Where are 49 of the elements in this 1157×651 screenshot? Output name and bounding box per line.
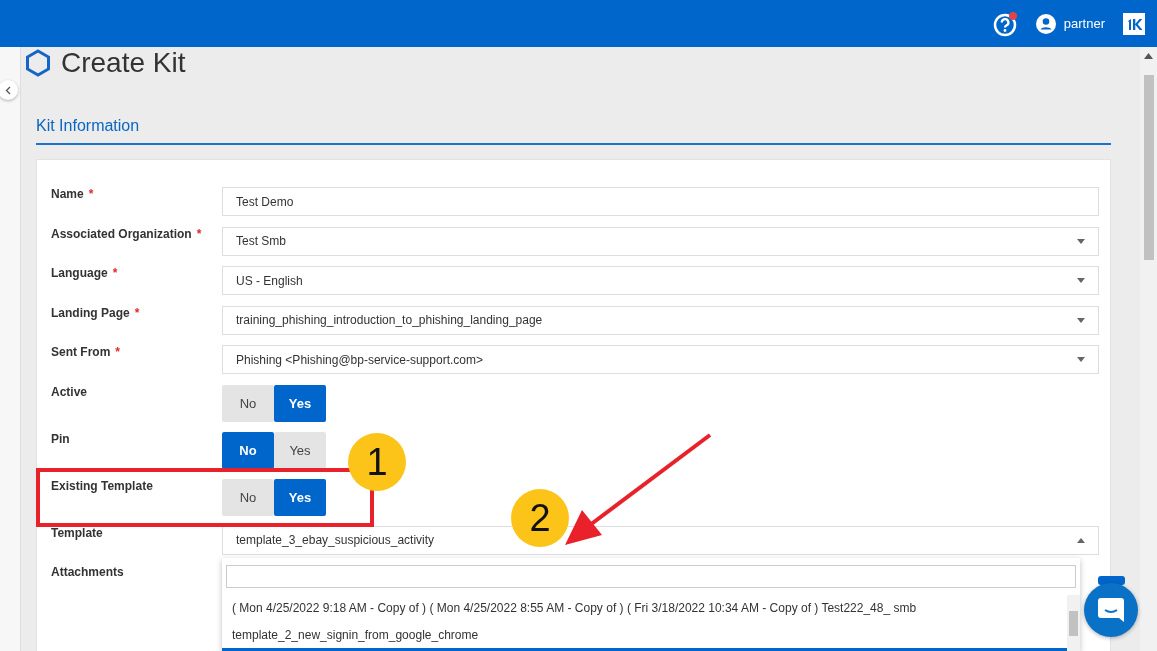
caret-icon <box>1077 278 1085 283</box>
caret-icon <box>1077 537 1085 543</box>
select-field[interactable]: Phishing <Phishing@bp-service-support.com> <box>222 345 1099 374</box>
scrollbar-thumb[interactable] <box>1069 611 1078 636</box>
collapse-button[interactable] <box>0 80 18 100</box>
toggle-option[interactable]: Yes <box>274 478 326 516</box>
caret-icon <box>1077 317 1085 323</box>
scroll-up-icon[interactable] <box>1144 53 1153 59</box>
caret-icon <box>1077 357 1085 362</box>
chevron-left-icon <box>5 85 11 95</box>
page-title: Create Kit <box>61 47 186 79</box>
toggle-option[interactable]: Yes <box>274 384 326 422</box>
field-label: Attachments <box>51 565 124 579</box>
field-label: Landing Page <box>51 305 130 320</box>
dropdown-option[interactable]: ( Mon 4/25/2022 9:18 AM - Copy of ) ( Mon 4/25/2022 8:55 AM - Copy of ) ( Fri 3/18/2022 10:34 AM - Copy of ) Test222_48_ smb <box>222 594 1067 621</box>
scrollbar[interactable] <box>1140 47 1157 651</box>
field-label: Template <box>51 525 103 540</box>
toggle-option[interactable]: No <box>222 478 274 516</box>
required-mark: * <box>88 187 94 201</box>
scrollbar-thumb[interactable] <box>1144 75 1154 260</box>
field-label: Associated Organization <box>51 226 192 241</box>
field-label: Pin <box>51 431 70 446</box>
select-field[interactable]: Test Smb <box>222 226 1099 256</box>
chat-icon <box>1096 596 1126 624</box>
field-label: Sent From <box>51 345 111 359</box>
dropdown-scrollbar[interactable] <box>1067 595 1080 651</box>
hexagon-icon <box>25 49 51 77</box>
dropdown-option[interactable]: template_2_new_signin_from_google_chrome <box>222 621 1067 648</box>
text-field[interactable]: Test Demo <box>222 187 1099 216</box>
field-label: Name <box>51 187 84 201</box>
caret-icon <box>1077 238 1085 244</box>
field-label: Language <box>51 266 108 280</box>
toggle-option[interactable]: Yes <box>274 431 326 469</box>
select-field[interactable]: US - English <box>222 266 1099 295</box>
attachment-button[interactable] <box>1098 576 1125 585</box>
field-label: Active <box>51 384 88 399</box>
select-field[interactable]: training_phishing_introduction_to_phishing_landing_page <box>222 305 1099 335</box>
required-mark: * <box>134 305 140 320</box>
user-icon[interactable] <box>1035 13 1056 34</box>
required-mark: * <box>112 266 118 280</box>
section-heading: Kit Information <box>36 117 1111 145</box>
toggle-option[interactable]: No <box>222 384 274 422</box>
required-mark: * <box>115 345 120 359</box>
field-label: Existing Template <box>51 478 153 493</box>
user-name[interactable]: partner <box>1063 16 1105 31</box>
toggle-option[interactable]: No <box>222 431 274 469</box>
search-field[interactable] <box>226 565 1076 588</box>
help-icon[interactable] <box>992 10 1019 37</box>
required-mark: * <box>196 226 202 241</box>
